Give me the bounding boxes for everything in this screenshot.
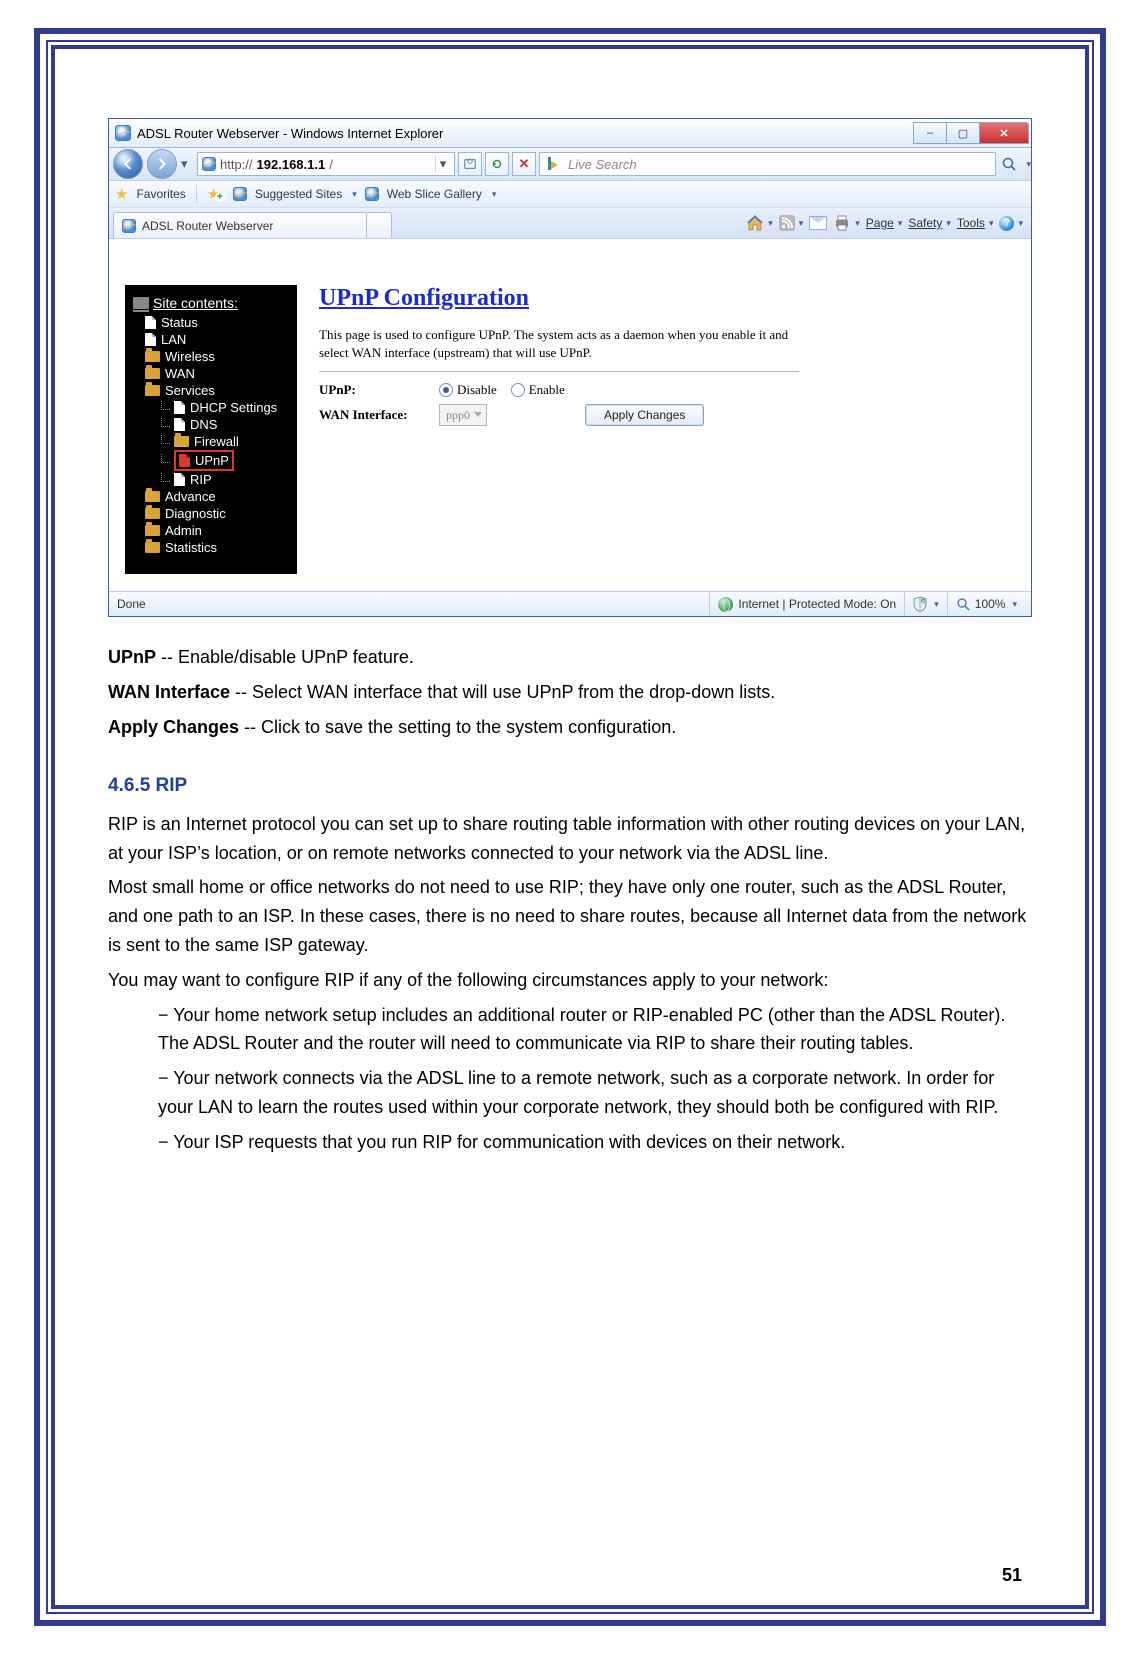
favorites-label[interactable]: Favorites <box>136 187 185 201</box>
list-item: − Your home network setup includes an ad… <box>108 1001 1032 1059</box>
tab-active[interactable]: ADSL Router Webserver <box>113 212 367 238</box>
help-button[interactable]: ?▾ <box>999 216 1023 231</box>
bing-icon <box>546 156 562 172</box>
page-viewport: Site contents: Status LAN Wireless WAN S… <box>109 239 1031 591</box>
tree-upnp[interactable]: UPnP <box>131 450 291 471</box>
tree-advance[interactable]: Advance <box>131 488 291 505</box>
tab-favicon-icon <box>122 219 136 233</box>
manual-body: UPnP -- Enable/disable UPnP feature. WAN… <box>108 643 1032 1157</box>
address-bar[interactable]: http:// 192.168.1.1/ ▾ <box>197 152 455 176</box>
tree-diagnostic[interactable]: Diagnostic <box>131 505 291 522</box>
wan-label: WAN Interface: <box>319 407 439 423</box>
page-number: 51 <box>1002 1565 1022 1586</box>
tree-dns[interactable]: DNS <box>131 416 291 433</box>
list-item: − Your network connects via the ADSL lin… <box>108 1064 1032 1122</box>
search-provider-dropdown[interactable]: ▾ <box>1026 159 1031 170</box>
site-icon <box>133 297 149 309</box>
help-icon: ? <box>999 216 1014 231</box>
refresh-button[interactable] <box>485 152 509 176</box>
zoom-button[interactable]: 100% ▾ <box>947 592 1025 616</box>
back-button[interactable] <box>113 149 143 179</box>
tree-dhcp[interactable]: DHCP Settings <box>131 399 291 416</box>
nav-tree: Site contents: Status LAN Wireless WAN S… <box>125 285 297 574</box>
nav-history-dropdown[interactable]: ▾ <box>181 156 193 172</box>
tree-rip[interactable]: RIP <box>131 471 291 488</box>
mail-icon <box>809 216 827 230</box>
compat-view-button[interactable] <box>458 152 482 176</box>
favorites-star-icon[interactable]: ★ <box>115 185 128 203</box>
tree-lan[interactable]: LAN <box>131 331 291 348</box>
tree-wireless[interactable]: Wireless <box>131 348 291 365</box>
stop-button[interactable]: ✕ <box>512 152 536 176</box>
tree-wan[interactable]: WAN <box>131 365 291 382</box>
ie-icon <box>365 187 379 201</box>
status-zone: Internet | Protected Mode: On <box>709 592 904 616</box>
upnp-label: UPnP: <box>319 382 439 398</box>
nav-bar: ▾ http:// 192.168.1.1/ ▾ ✕ Live Search <box>109 148 1031 181</box>
forward-button[interactable] <box>147 149 177 179</box>
ie-icon <box>115 125 131 141</box>
suggested-sites-link[interactable]: Suggested Sites <box>255 187 342 201</box>
home-button[interactable]: ▾ <box>746 214 773 232</box>
section-title: 4.6.5 RIP <box>108 771 1032 801</box>
favorites-bar: ★ Favorites Suggested Sites▾ Web Slice G… <box>109 181 1031 208</box>
tree-admin[interactable]: Admin <box>131 522 291 539</box>
panel-heading: UPnP Configuration <box>319 285 1015 312</box>
status-done: Done <box>115 592 154 616</box>
minimize-button[interactable]: – <box>913 122 947 144</box>
page-favicon-icon <box>202 157 216 171</box>
print-button[interactable]: ▾ <box>833 214 860 232</box>
internet-zone-icon <box>718 597 733 612</box>
maximize-button[interactable]: ▢ <box>946 122 980 144</box>
apply-changes-button[interactable]: Apply Changes <box>585 404 704 426</box>
url-path: / <box>329 157 333 172</box>
web-slice-link[interactable]: Web Slice Gallery <box>387 187 482 201</box>
tree-firewall[interactable]: Firewall <box>131 433 291 450</box>
list-item: − Your ISP requests that you run RIP for… <box>108 1128 1032 1157</box>
url-protocol: http:// <box>220 157 253 172</box>
status-bar: Done Internet | Protected Mode: On ▾ 100… <box>109 591 1031 616</box>
protected-mode-button[interactable]: ▾ <box>904 592 947 616</box>
url-host: 192.168.1.1 <box>257 157 326 172</box>
radio-disable[interactable] <box>439 383 453 397</box>
tree-services[interactable]: Services <box>131 382 291 399</box>
close-button[interactable]: ✕ <box>979 122 1029 144</box>
paragraph: You may want to configure RIP if any of … <box>108 966 1032 995</box>
title-bar: ADSL Router Webserver - Windows Internet… <box>109 119 1031 148</box>
paragraph: RIP is an Internet protocol you can set … <box>108 810 1032 868</box>
search-button[interactable] <box>1000 156 1018 172</box>
browser-window: ADSL Router Webserver - Windows Internet… <box>108 118 1032 617</box>
read-mail-button[interactable] <box>809 216 827 230</box>
wan-interface-select[interactable]: ppp0 <box>439 404 487 426</box>
tools-menu[interactable]: Tools▾ <box>957 216 994 230</box>
feeds-button[interactable]: ▾ <box>779 215 804 231</box>
address-dropdown-icon[interactable]: ▾ <box>435 156 450 172</box>
tab-bar: ADSL Router Webserver ▾ ▾ ▾ <box>109 208 1031 239</box>
config-panel: UPnP Configuration This page is used to … <box>319 285 1015 591</box>
search-box[interactable]: Live Search <box>539 152 996 176</box>
paragraph: Most small home or office networks do no… <box>108 873 1032 959</box>
tree-status[interactable]: Status <box>131 314 291 331</box>
window-title: ADSL Router Webserver - Windows Internet… <box>137 126 443 141</box>
new-tab-button[interactable] <box>366 212 392 238</box>
search-placeholder: Live Search <box>568 157 637 172</box>
ie-icon <box>233 187 247 201</box>
add-favorite-icon[interactable] <box>207 185 225 203</box>
panel-description: This page is used to configure UPnP. The… <box>319 326 799 372</box>
radio-enable[interactable] <box>511 383 525 397</box>
safety-menu[interactable]: Safety▾ <box>908 216 951 230</box>
page-menu[interactable]: Page▾ <box>866 216 903 230</box>
tab-title: ADSL Router Webserver <box>142 219 273 233</box>
tree-statistics[interactable]: Statistics <box>131 539 291 556</box>
